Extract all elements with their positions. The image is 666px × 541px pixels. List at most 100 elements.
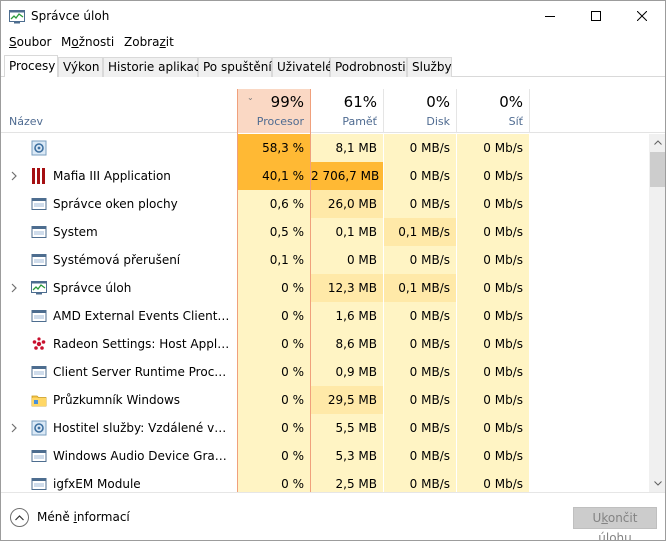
process-name: Hostitel služby: Vzdálené volání ... — [53, 421, 231, 435]
sort-descending-icon: ⌄ — [247, 93, 254, 102]
scroll-up-button[interactable] — [649, 134, 665, 151]
table-row[interactable]: Client Server Runtime Process 0 % 0,9 MB 0 … — [1, 358, 649, 386]
network-cell: 0 Mb/s — [457, 442, 529, 470]
less-info-link[interactable]: Méně informací — [37, 510, 130, 524]
footer-bar: Méně informací Ukončit úlohu — [1, 492, 665, 540]
table-row[interactable]: Správce úloh 0 % 12,3 MB 0,1 MB/s 0 Mb/s — [1, 274, 649, 302]
memory-total-percent: 61% — [343, 93, 377, 111]
window-icon — [31, 310, 47, 322]
memory-cell: 1,6 MB — [311, 302, 383, 330]
maximize-button[interactable] — [573, 1, 619, 31]
column-header-cpu[interactable]: ⌄ 99% Procesor — [237, 89, 311, 133]
tab-details[interactable]: Podrobnosti — [330, 57, 407, 77]
minimize-button[interactable] — [527, 1, 573, 31]
disk-cell: 0 MB/s — [384, 470, 456, 492]
minimize-icon — [545, 16, 555, 17]
memory-cell: 26,0 MB — [311, 190, 383, 218]
cpu-cell: 58,3 % — [238, 134, 310, 162]
title-bar[interactable]: Správce úloh — [1, 1, 665, 32]
memory-cell: 0,1 MB — [311, 218, 383, 246]
cpu-total-percent: 99% — [270, 93, 304, 111]
cpu-cell: 0,6 % — [238, 190, 310, 218]
vertical-scrollbar[interactable] — [649, 134, 665, 492]
tab-users[interactable]: Uživatelé — [272, 57, 333, 77]
memory-cell: 2 706,7 MB — [311, 162, 383, 190]
network-column-label: Síť — [508, 115, 523, 128]
chevron-right-icon[interactable] — [10, 283, 18, 293]
network-cell: 0 Mb/s — [457, 274, 529, 302]
close-button[interactable] — [619, 1, 665, 31]
menu-file[interactable]: Soubor — [9, 35, 51, 49]
column-header-disk[interactable]: 0% Disk — [384, 89, 457, 133]
memory-cell: 12,3 MB — [311, 274, 383, 302]
cpu-cell: 40,1 % — [238, 162, 310, 190]
tab-processes[interactable]: Procesy — [4, 55, 58, 77]
less-info-button[interactable] — [10, 508, 29, 527]
cpu-cell: 0 % — [238, 414, 310, 442]
network-cell: 0 Mb/s — [457, 190, 529, 218]
window-icon — [31, 450, 47, 462]
network-cell: 0 Mb/s — [457, 386, 529, 414]
network-cell: 0 Mb/s — [457, 330, 529, 358]
process-list: 58,3 % 8,1 MB 0 MB/s 0 Mb/s Mafia III Applic… — [1, 134, 649, 492]
disk-cell: 0 MB/s — [384, 330, 456, 358]
table-row[interactable]: Radeon Settings: Host Applicati... 0 %8,6… — [1, 330, 649, 358]
process-name: Průzkumník Windows — [53, 393, 181, 407]
table-row[interactable]: Správce oken plochy 0,6 % 26,0 MB 0 MB/s 0 M… — [1, 190, 649, 218]
cpu-column-label: Procesor — [256, 115, 304, 128]
memory-cell: 0,9 MB — [311, 358, 383, 386]
end-task-button[interactable]: Ukončit úlohu — [573, 507, 657, 540]
table-row[interactable]: Systémová přerušení 0,1 % 0 MB 0 MB/s 0 Mb/s — [1, 246, 649, 274]
table-row[interactable]: Windows Audio Device Graph Is... 0 %5,3 M… — [1, 442, 649, 470]
disk-cell: 0 MB/s — [384, 414, 456, 442]
disk-cell: 0 MB/s — [384, 134, 456, 162]
disk-cell: 0 MB/s — [384, 386, 456, 414]
column-header-memory[interactable]: 61% Paměť — [311, 89, 384, 133]
tab-performance[interactable]: Výkon — [58, 57, 103, 77]
scroll-down-button[interactable] — [649, 475, 665, 492]
process-name: Windows Audio Device Graph Is... — [53, 449, 231, 463]
window-icon — [31, 254, 47, 266]
window-icon — [31, 226, 47, 238]
disk-cell: 0 MB/s — [384, 246, 456, 274]
maximize-icon — [591, 11, 601, 21]
process-name: Mafia III Application — [53, 169, 171, 183]
cpu-cell: 0 % — [238, 442, 310, 470]
process-name: igfxEM Module — [53, 477, 141, 491]
column-header-name[interactable]: Název — [1, 89, 237, 133]
table-row[interactable]: AMD External Events Client Mo... 0 % 1,6 M… — [1, 302, 649, 330]
table-row[interactable]: Průzkumník Windows 0 % 29,5 MB 0 MB/s 0 Mb/s — [1, 386, 649, 414]
network-cell: 0 Mb/s — [457, 162, 529, 190]
window-icon — [31, 478, 47, 490]
cpu-cell: 0 % — [238, 330, 310, 358]
memory-cell: 8,6 MB — [311, 330, 383, 358]
menu-view[interactable]: Zobrazit — [124, 35, 174, 49]
network-cell: 0 Mb/s — [457, 358, 529, 386]
memory-column-label: Paměť — [342, 115, 377, 128]
tab-strip: Procesy Výkon Historie aplikací Po spušt… — [1, 55, 665, 77]
table-row[interactable]: Hostitel služby: Vzdálené volání ... 0 %5… — [1, 414, 649, 442]
disk-cell: 0 MB/s — [384, 442, 456, 470]
disk-cell: 0 MB/s — [384, 162, 456, 190]
tab-app-history[interactable]: Historie aplikací — [103, 57, 204, 77]
memory-cell: 2,5 MB — [311, 470, 383, 492]
mafia-icon — [32, 168, 45, 184]
process-name: System — [53, 225, 98, 239]
memory-cell: 0 MB — [311, 246, 383, 274]
table-row[interactable]: System 0,5 % 0,1 MB 0,1 MB/s 0 Mb/s — [1, 218, 649, 246]
menu-options[interactable]: Možnosti — [61, 35, 114, 49]
column-header-network[interactable]: 0% Síť — [457, 89, 530, 133]
tab-services[interactable]: Služby — [407, 57, 452, 77]
menu-bar: Soubor Možnosti Zobrazit — [1, 32, 665, 52]
table-row[interactable]: 58,3 % 8,1 MB 0 MB/s 0 Mb/s — [1, 134, 649, 162]
chevron-right-icon[interactable] — [10, 171, 18, 181]
window-icon — [31, 366, 47, 378]
tab-startup[interactable]: Po spuštění — [198, 57, 272, 77]
network-cell: 0 Mb/s — [457, 414, 529, 442]
chevron-right-icon[interactable] — [10, 423, 18, 433]
cpu-cell: 0 % — [238, 274, 310, 302]
radeon-icon — [32, 337, 46, 350]
scroll-thumb[interactable] — [650, 152, 665, 187]
table-row[interactable]: Mafia III Application 40,1 % 2 706,7 MB 0 M… — [1, 162, 649, 190]
table-row[interactable]: igfxEM Module 0 % 2,5 MB 0 MB/s 0 Mb/s — [1, 470, 649, 492]
